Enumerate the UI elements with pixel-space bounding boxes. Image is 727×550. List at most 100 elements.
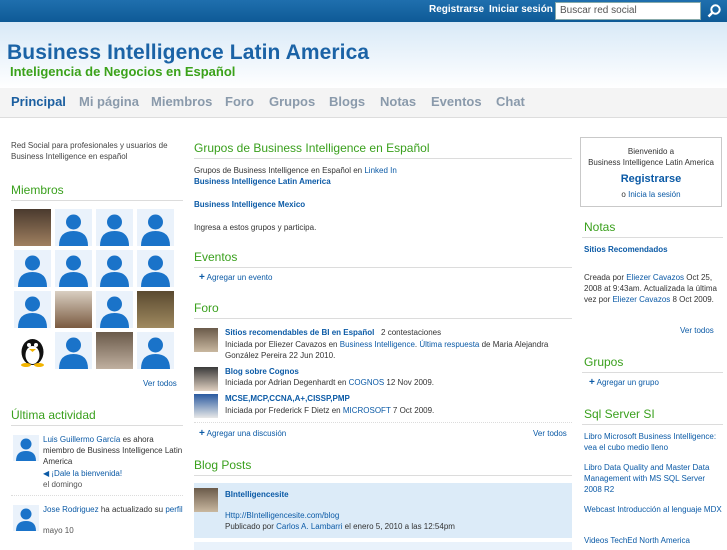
notes-see-all-link[interactable]: Ver todos: [680, 325, 714, 336]
forum-meta: Iniciada por Adrian Degenhardt en COGNOS…: [225, 377, 434, 388]
plus-icon: +: [199, 428, 205, 439]
plus-icon: +: [199, 272, 205, 283]
welcome-box: Bienvenido a Business Intelligence Latin…: [580, 137, 722, 207]
avatar[interactable]: [96, 209, 133, 246]
add-discussion-link[interactable]: Agregar una discusión: [207, 429, 287, 438]
sql-link[interactable]: Videos TechEd North America: [584, 535, 722, 546]
avatar[interactable]: [137, 209, 174, 246]
forum-meta: Iniciada por Eliezer Cavazos en Business…: [225, 339, 570, 350]
forum-category-link[interactable]: MICROSOFT: [343, 406, 391, 415]
blog-post: [194, 542, 572, 550]
nav-miembros[interactable]: Miembros: [151, 94, 212, 109]
note-meta: Creada por Eliezer Cavazos Oct 25, 2008 …: [584, 272, 722, 305]
add-event-action[interactable]: + Agregar un evento: [199, 272, 272, 283]
activity-item: Luis Guillermo García es ahora miembro d…: [43, 434, 183, 467]
activity-user-link[interactable]: Jose Rodriguez: [43, 505, 99, 514]
sql-link[interactable]: Libro Microsoft Business Intelligence: v…: [584, 431, 722, 453]
groups-intro-text: Grupos de Business Intelligence en Españ…: [194, 166, 365, 175]
group-link[interactable]: Business Intelligence Mexico: [194, 199, 305, 210]
nav-foro[interactable]: Foro: [225, 94, 254, 109]
avatar[interactable]: [137, 332, 174, 369]
forum-see-all-link[interactable]: Ver todos: [533, 428, 567, 439]
blog-post-url-link[interactable]: Http://BIntelligencesite.com/blog: [225, 510, 339, 521]
avatar[interactable]: [55, 250, 92, 287]
group-link[interactable]: Business Intelligence Latin America: [194, 176, 331, 187]
login-link[interactable]: Iniciar sesión: [489, 4, 553, 15]
nav-principal[interactable]: Principal: [11, 94, 66, 109]
avatar[interactable]: [14, 209, 51, 246]
divider: [582, 237, 723, 238]
blog-post-title-link[interactable]: BIntelligencesite: [225, 489, 289, 500]
forum-meta-line2: González Pereira 22 Jun 2010.: [225, 351, 336, 360]
activity-item: Jose Rodriguez ha actualizado su perfil: [43, 504, 183, 515]
forum-category-link[interactable]: COGNOS: [349, 378, 385, 387]
note-title-link[interactable]: Sitios Recomendados: [584, 244, 668, 255]
avatar[interactable]: [13, 435, 39, 461]
nav-mi-pagina[interactable]: Mi página: [79, 94, 139, 109]
forum-meta-text: 7 Oct 2009.: [390, 406, 435, 415]
forum-topic-link[interactable]: Blog sobre Cognos: [225, 366, 299, 377]
avatar[interactable]: [96, 332, 133, 369]
welcome-site: Business Intelligence Latin America: [588, 158, 714, 167]
avatar[interactable]: [14, 250, 51, 287]
avatar[interactable]: [194, 367, 218, 391]
activity-user-link[interactable]: Luis Guillermo García: [43, 435, 120, 444]
nav-notas[interactable]: Notas: [380, 94, 416, 109]
forum-topic-link[interactable]: Sitios recomendables de BI en Español: [225, 328, 374, 337]
avatar[interactable]: [55, 332, 92, 369]
divider: [11, 425, 183, 426]
avatar[interactable]: [96, 250, 133, 287]
profile-link[interactable]: perfil: [165, 505, 182, 514]
groups-heading: Grupos: [584, 355, 624, 369]
site-title[interactable]: Business Intelligence Latin America: [7, 41, 369, 65]
sql-link[interactable]: Webcast Introducción al lenguaje MDX: [584, 504, 722, 515]
avatar[interactable]: [137, 250, 174, 287]
blog-post-meta: Publicado por Carlos A. Lambarri el ener…: [225, 521, 455, 532]
avatar[interactable]: [194, 328, 218, 352]
linkedin-link[interactable]: Linked In: [364, 166, 396, 175]
avatar[interactable]: [96, 291, 133, 328]
last-reply-link[interactable]: Última respuesta: [419, 340, 479, 349]
avatar-penguin[interactable]: [14, 332, 51, 369]
welcome-link[interactable]: ¡Dale la bienvenida!: [51, 469, 122, 478]
avatar[interactable]: [194, 488, 218, 512]
reply-count: 2 contestaciones: [381, 328, 442, 337]
welcome-action[interactable]: ◀ ¡Dale la bienvenida!: [43, 468, 122, 479]
nav-blogs[interactable]: Blogs: [329, 94, 365, 109]
plus-icon: +: [589, 377, 595, 388]
members-see-all-link[interactable]: Ver todos: [143, 378, 177, 389]
sql-link[interactable]: Libro Data Quality and Master Data Manag…: [584, 462, 722, 495]
add-event-link[interactable]: Agregar un evento: [207, 273, 273, 282]
note-meta-text: Creada por: [584, 273, 627, 282]
nav-chat[interactable]: Chat: [496, 94, 525, 109]
blog-author-link[interactable]: Carlos A. Lambarri: [276, 522, 342, 531]
forum-topic-link[interactable]: MCSE,MCP,CCNA,A+,CISSP,PMP: [225, 393, 350, 404]
avatar[interactable]: [194, 394, 218, 418]
avatar[interactable]: [13, 505, 39, 531]
note-author-link[interactable]: Eliezer Cavazos: [626, 273, 684, 282]
divider: [582, 372, 723, 373]
divider: [11, 200, 183, 201]
add-discussion-action[interactable]: + Agregar una discusión: [199, 428, 286, 439]
avatar[interactable]: [55, 209, 92, 246]
login-link[interactable]: Inicia la sesión: [628, 190, 680, 199]
nav-eventos[interactable]: Eventos: [431, 94, 482, 109]
avatar[interactable]: [55, 291, 92, 328]
divider: [194, 422, 572, 423]
activity-time: mayo 10: [43, 526, 74, 535]
avatar[interactable]: [14, 291, 51, 328]
activity-time: el domingo: [43, 480, 83, 489]
note-author-link[interactable]: Eliezer Cavazos: [612, 295, 670, 304]
add-group-link[interactable]: Agregar un grupo: [597, 378, 659, 387]
forum-meta: Iniciada por Frederick F Dietz en MICROS…: [225, 405, 434, 416]
nav-grupos[interactable]: Grupos: [269, 94, 315, 109]
register-link[interactable]: Registrarse: [429, 4, 484, 15]
avatar[interactable]: [137, 291, 174, 328]
search-icon[interactable]: [706, 3, 722, 19]
register-button[interactable]: Registrarse: [581, 173, 721, 185]
forum-category-link[interactable]: Business Intelligence: [340, 340, 415, 349]
add-group-action[interactable]: + Agregar un grupo: [589, 377, 659, 388]
forum-meta-text: 12 Nov 2009.: [384, 378, 435, 387]
search-input[interactable]: Buscar red social: [555, 2, 701, 20]
top-bar: Registrarse Iniciar sesión Buscar red so…: [0, 0, 727, 22]
